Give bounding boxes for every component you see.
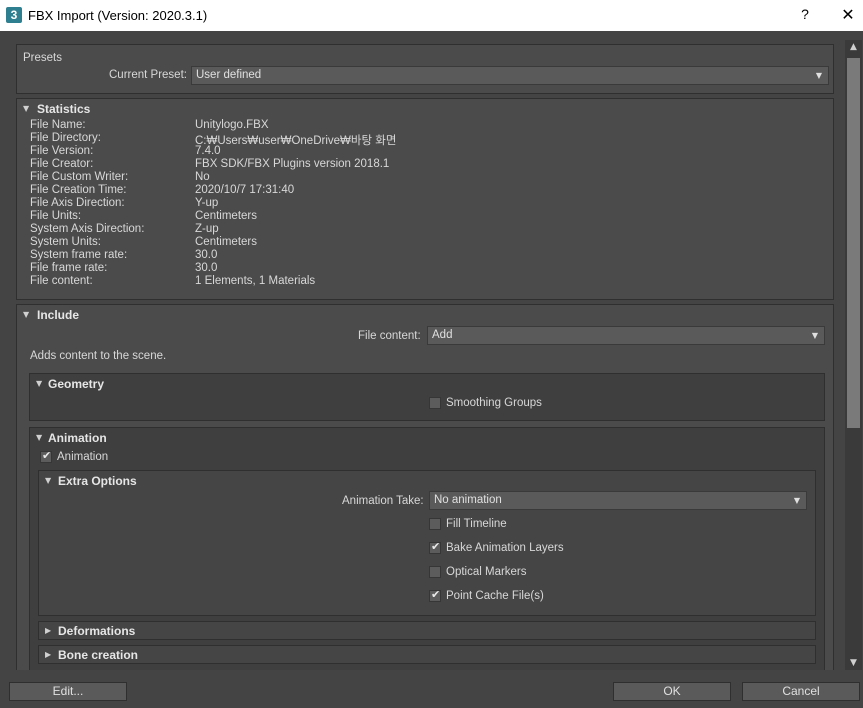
settings-scroll-area: Presets Current Preset: User defined ▼ ▼… (6, 40, 840, 670)
statistics-key: File Custom Writer: (30, 171, 129, 183)
animation-take-value: No animation (434, 494, 502, 506)
statistics-value: 30.0 (195, 249, 218, 261)
presets-panel: Presets Current Preset: User defined ▼ (16, 44, 834, 94)
scroll-up-arrow-icon[interactable]: ▲ (845, 40, 862, 54)
checkmark-icon: ✔ (42, 449, 52, 462)
statistics-key: System frame rate: (30, 249, 128, 261)
statistics-key: File Axis Direction: (30, 197, 125, 209)
statistics-key: File frame rate: (30, 262, 108, 274)
collapse-triangle-icon[interactable]: ▼ (45, 476, 51, 485)
scroll-down-arrow-icon[interactable]: ▼ (845, 656, 862, 670)
collapse-triangle-icon[interactable]: ▼ (36, 379, 42, 388)
deformations-panel[interactable]: ▶ Deformations (38, 621, 816, 640)
statistics-value: Y-up (195, 197, 219, 209)
collapse-triangle-icon[interactable]: ▼ (23, 310, 29, 319)
expand-triangle-icon[interactable]: ▶ (45, 650, 51, 659)
cancel-button[interactable]: Cancel (742, 682, 860, 701)
current-preset-dropdown[interactable]: User defined ▼ (191, 66, 829, 85)
animation-take-dropdown[interactable]: No animation ▼ (429, 491, 807, 510)
statistics-key: File Directory: (30, 132, 101, 144)
statistics-value: C:₩Users₩user₩OneDrive₩바탕 화면 (195, 135, 397, 147)
chevron-down-icon: ▼ (815, 71, 822, 80)
include-description: Adds content to the scene. (30, 350, 167, 362)
chevron-down-icon: ▼ (793, 496, 800, 505)
statistics-value: FBX SDK/FBX Plugins version 2018.1 (195, 158, 390, 170)
smoothing-groups-label: Smoothing Groups (446, 397, 542, 409)
statistics-value: Centimeters (195, 236, 257, 248)
extra-options-panel: ▼ Extra Options Animation Take: No anima… (38, 470, 816, 616)
chevron-down-icon: ▼ (811, 331, 818, 340)
scroll-thumb[interactable] (847, 58, 860, 428)
optical-markers-label: Optical Markers (446, 566, 527, 578)
bone-creation-panel[interactable]: ▶ Bone creation (38, 645, 816, 664)
statistics-value: Unitylogo.FBX (195, 119, 269, 131)
statistics-key: File Version: (30, 145, 94, 157)
point-cache-label: Point Cache File(s) (446, 590, 544, 602)
smoothing-groups-checkbox[interactable] (429, 397, 441, 409)
geometry-header[interactable]: Geometry (48, 377, 104, 391)
checkmark-icon: ✔ (431, 588, 441, 601)
statistics-key: System Units: (30, 236, 101, 248)
bone-creation-header[interactable]: Bone creation (58, 648, 138, 662)
app-3dsmax-icon: 3 (6, 7, 22, 23)
edit-button[interactable]: Edit... (9, 682, 127, 701)
statistics-value: Z-up (195, 223, 219, 235)
geometry-panel: ▼ Geometry Smoothing Groups (29, 373, 825, 421)
statistics-key: File content: (30, 275, 93, 287)
fill-timeline-checkbox[interactable] (429, 518, 441, 530)
statistics-value: 30.0 (195, 262, 218, 274)
bake-animation-layers-checkbox[interactable]: ✔ (429, 540, 441, 554)
collapse-triangle-icon[interactable]: ▼ (36, 433, 42, 442)
statistics-key: File Creator: (30, 158, 94, 170)
animation-header[interactable]: Animation (48, 431, 107, 445)
statistics-header[interactable]: Statistics (37, 102, 90, 116)
animation-checkbox[interactable]: ✔ (40, 449, 52, 463)
animation-panel: ▼ Animation ✔ Animation ▼ Extra Options … (29, 427, 825, 670)
include-panel: ▼ Include File content: Add ▼ Adds conte… (16, 304, 834, 670)
point-cache-checkbox[interactable]: ✔ (429, 588, 441, 602)
expand-triangle-icon[interactable]: ▶ (45, 626, 51, 635)
animation-checkbox-label: Animation (57, 451, 109, 463)
extra-options-header[interactable]: Extra Options (58, 474, 137, 488)
collapse-triangle-icon[interactable]: ▼ (23, 104, 29, 113)
statistics-value: 1 Elements, 1 Materials (195, 275, 316, 287)
optical-markers-checkbox[interactable] (429, 566, 441, 578)
close-button[interactable]: ✕ (838, 5, 858, 25)
include-header[interactable]: Include (37, 308, 79, 322)
presets-label: Presets (23, 52, 62, 64)
file-content-value: Add (432, 329, 453, 341)
current-preset-value: User defined (196, 69, 262, 81)
fill-timeline-label: Fill Timeline (446, 518, 507, 530)
checkmark-icon: ✔ (431, 540, 441, 553)
file-content-dropdown[interactable]: Add ▼ (427, 326, 825, 345)
help-button[interactable]: ? (797, 6, 813, 22)
statistics-value: 7.4.0 (195, 145, 221, 157)
statistics-key: File Creation Time: (30, 184, 127, 196)
statistics-key: System Axis Direction: (30, 223, 145, 235)
statistics-panel: ▼ Statistics File Name: Unitylogo.FBX File… (16, 98, 834, 300)
ok-button[interactable]: OK (613, 682, 731, 701)
deformations-header[interactable]: Deformations (58, 624, 135, 638)
window-title: FBX Import (Version: 2020.3.1) (28, 8, 208, 23)
statistics-value: 2020/10/7 17:31:40 (195, 184, 295, 196)
bake-animation-layers-label: Bake Animation Layers (446, 542, 564, 554)
statistics-key: File Units: (30, 210, 82, 222)
statistics-value: No (195, 171, 210, 183)
current-preset-label: Current Preset: (109, 69, 187, 81)
statistics-key: File Name: (30, 119, 86, 131)
file-content-label: File content: (358, 330, 421, 342)
statistics-value: Centimeters (195, 210, 257, 222)
title-bar: 3 FBX Import (Version: 2020.3.1) ? ✕ (0, 0, 863, 31)
animation-take-label: Animation Take: (342, 495, 424, 507)
vertical-scrollbar[interactable]: ▲ ▼ (845, 40, 862, 670)
